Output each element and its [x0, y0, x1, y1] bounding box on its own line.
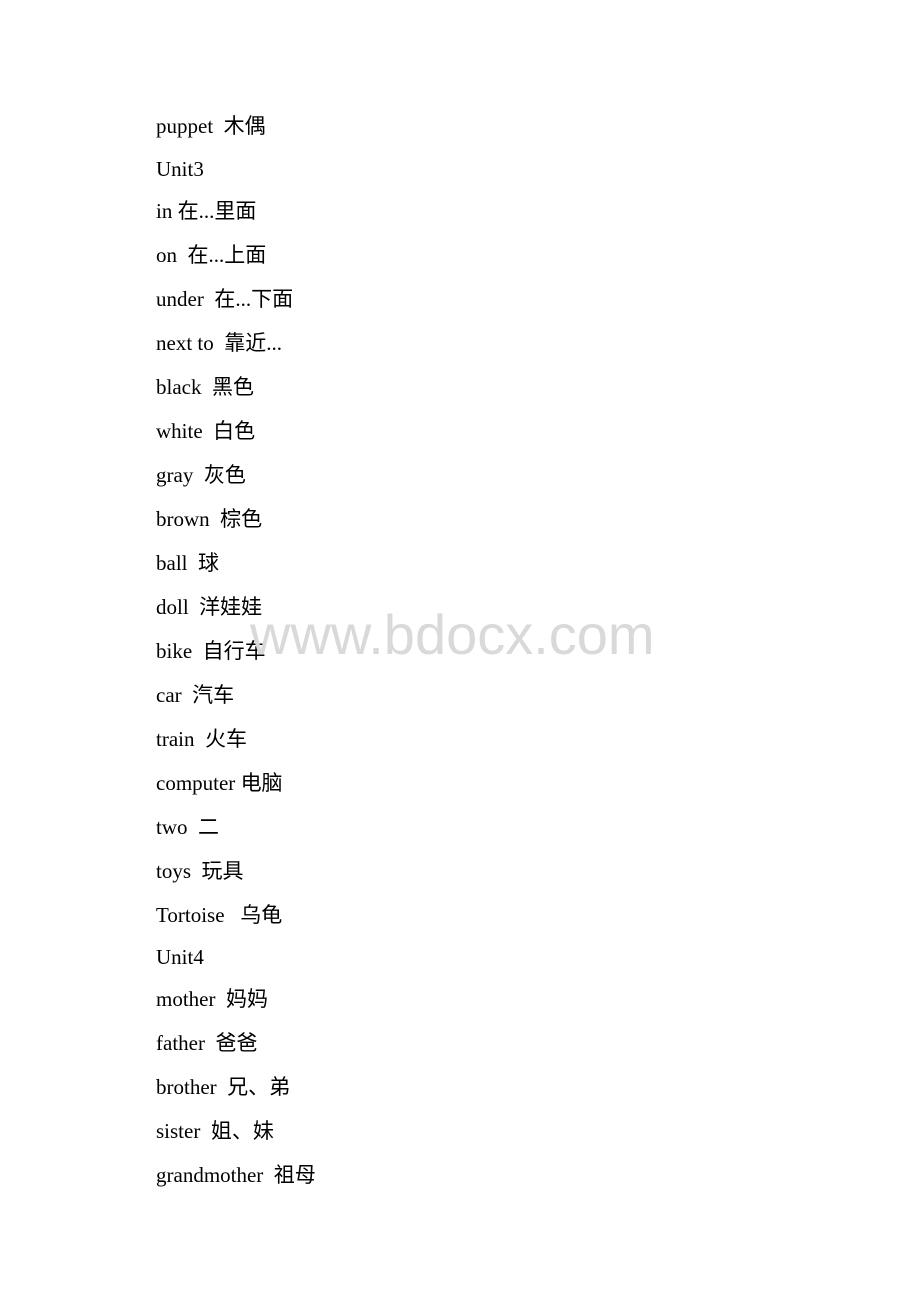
english-word: brother	[156, 1075, 217, 1099]
chinese-translation: 灰色	[203, 463, 246, 487]
vocab-entry: white 白色	[156, 419, 255, 443]
separator	[210, 507, 221, 531]
chinese-translation: 在...里面	[177, 199, 257, 223]
separator	[205, 1031, 216, 1055]
separator	[188, 815, 199, 839]
vocab-entry: on 在...上面	[156, 243, 266, 267]
vocab-entry: train 火车	[156, 727, 247, 751]
vocab-entry: two 二	[156, 815, 219, 839]
separator	[201, 375, 212, 399]
english-word: ball	[156, 551, 188, 575]
chinese-translation: 祖母	[273, 1163, 316, 1187]
separator	[194, 727, 205, 751]
english-word: grandmother	[156, 1163, 264, 1187]
english-word: puppet	[156, 114, 214, 138]
vocab-entry: bike 自行车	[156, 639, 266, 663]
separator	[213, 114, 224, 138]
english-word: gray	[156, 463, 194, 487]
separator	[188, 551, 199, 575]
vocab-entry: puppet 木偶	[156, 114, 266, 138]
vocab-entry: brown 棕色	[156, 507, 262, 531]
unit-heading: Unit4	[156, 945, 204, 969]
separator	[214, 331, 225, 355]
vocab-entry: computer 电脑	[156, 771, 283, 795]
vocab-entry: Tortoise 乌龟	[156, 903, 282, 927]
chinese-translation: 火车	[204, 727, 247, 751]
vocab-entry: black 黑色	[156, 375, 254, 399]
english-word: in	[156, 199, 173, 223]
chinese-translation: 靠近...	[224, 331, 282, 355]
chinese-translation: 姐、妹	[210, 1119, 274, 1143]
vocab-entry: father 爸爸	[156, 1031, 257, 1055]
english-word: toys	[156, 859, 192, 883]
separator	[191, 859, 202, 883]
english-word: on	[156, 243, 177, 267]
vocab-entry: car 汽车	[156, 683, 234, 707]
vocab-entry: doll 洋娃娃	[156, 595, 262, 619]
english-word: car	[156, 683, 182, 707]
chinese-translation: 棕色	[220, 507, 263, 531]
separator	[192, 639, 203, 663]
english-word: mother	[156, 987, 216, 1011]
chinese-translation: 洋娃娃	[199, 595, 263, 619]
chinese-translation: 木偶	[223, 114, 266, 138]
chinese-translation: 玩具	[201, 859, 244, 883]
vocab-entry: sister 姐、妹	[156, 1119, 274, 1143]
chinese-translation: 自行车	[202, 639, 266, 663]
chinese-translation: 乌龟	[240, 903, 283, 927]
chinese-translation: 在...下面	[214, 287, 294, 311]
vocab-entry: gray 灰色	[156, 463, 246, 487]
separator	[200, 1119, 211, 1143]
chinese-translation: 在...上面	[187, 243, 267, 267]
chinese-translation: 汽车	[192, 683, 235, 707]
english-word: bike	[156, 639, 193, 663]
english-word: two	[156, 815, 188, 839]
separator	[203, 419, 214, 443]
english-word: train	[156, 727, 195, 751]
chinese-translation: 妈妈	[225, 987, 268, 1011]
chinese-translation: 黑色	[211, 375, 254, 399]
separator	[263, 1163, 274, 1187]
english-word: computer	[156, 771, 236, 795]
separator	[225, 903, 241, 927]
separator	[193, 463, 204, 487]
separator	[217, 1075, 228, 1099]
separator	[182, 683, 193, 707]
english-word: brown	[156, 507, 210, 531]
chinese-translation: 电脑	[240, 771, 283, 795]
english-word: Tortoise	[156, 903, 225, 927]
separator	[189, 595, 200, 619]
vocab-entry: toys 玩具	[156, 859, 244, 883]
english-word: doll	[156, 595, 189, 619]
chinese-translation: 二	[198, 815, 219, 839]
unit-heading-text: Unit3	[156, 157, 204, 181]
chinese-translation: 白色	[213, 419, 256, 443]
chinese-translation: 爸爸	[215, 1031, 258, 1055]
vocab-entry: next to 靠近...	[156, 331, 282, 355]
unit-heading-text: Unit4	[156, 945, 204, 969]
vocab-entry: ball 球	[156, 551, 219, 575]
vocab-entry: under 在...下面	[156, 287, 293, 311]
document-page: grandmother 祖母 sister 姐、妹 brother 兄、弟 fathe…	[0, 0, 920, 1302]
english-word: next to	[156, 331, 214, 355]
chinese-translation: 兄、弟	[227, 1075, 291, 1099]
vocab-entry: in 在...里面	[156, 199, 256, 223]
separator	[215, 987, 226, 1011]
vocab-entry: grandmother 祖母	[156, 1163, 316, 1187]
unit-heading: Unit3	[156, 157, 204, 181]
english-word: black	[156, 375, 202, 399]
separator	[204, 287, 215, 311]
separator	[177, 243, 188, 267]
english-word: father	[156, 1031, 205, 1055]
vocab-entry: mother 妈妈	[156, 987, 268, 1011]
watermark: www.bdocx.com	[250, 603, 655, 666]
english-word: sister	[156, 1119, 201, 1143]
chinese-translation: 球	[198, 551, 219, 575]
english-word: under	[156, 287, 204, 311]
vocab-entry: brother 兄、弟	[156, 1075, 290, 1099]
english-word: white	[156, 419, 203, 443]
